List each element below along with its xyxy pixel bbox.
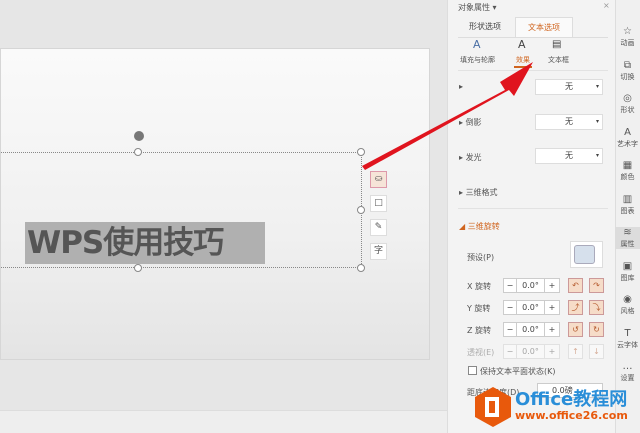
watermark: Office教程网 www.office26.com [473,383,640,433]
red-arrow-annotation [362,62,533,170]
watermark-url: www.office26.com [515,409,628,422]
office-logo-icon [475,387,511,427]
watermark-brand: Office教程网 [515,389,628,410]
